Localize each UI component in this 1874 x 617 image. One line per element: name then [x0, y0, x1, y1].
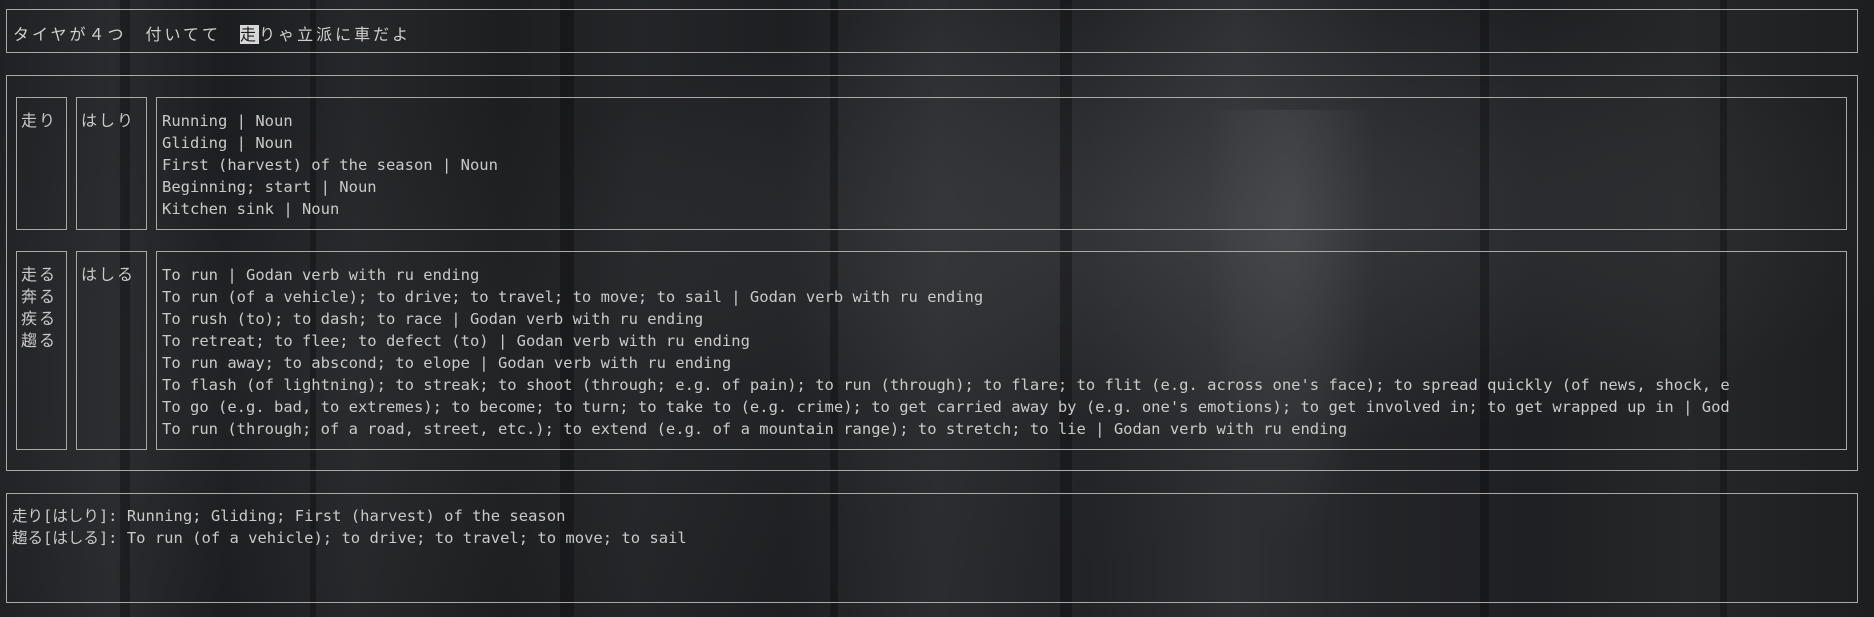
kana-reading: はしり	[81, 111, 136, 130]
definition-line: Beginning; start | Noun	[162, 178, 377, 196]
entry-kanji: 走り	[16, 97, 67, 230]
definition-line: Kitchen sink | Noun	[162, 200, 340, 218]
entry-definitions: To run | Godan verb with ru ending To ru…	[156, 251, 1847, 450]
definition-line: To run away; to abscond; to elope | Goda…	[162, 354, 732, 372]
definition-line: To run (of a vehicle); to drive; to trav…	[162, 288, 984, 306]
definition-line: First (harvest) of the season | Noun	[162, 156, 498, 174]
sentence-after: りゃ立派に車だよ	[259, 25, 412, 44]
sentence-before: タイヤが４つ 付いてて	[13, 25, 241, 44]
definition-line: Running | Noun	[162, 112, 293, 130]
summary-line: 走り[はしり]: Running; Gliding; First (harves…	[12, 507, 566, 525]
definition-line: To retreat; to flee; to defect (to) | Go…	[162, 332, 750, 350]
definition-line: Gliding | Noun	[162, 134, 293, 152]
kanji-form: 奔る	[21, 287, 58, 306]
sentence-bar: タイヤが４つ 付いてて 走りゃ立派に車だよ	[6, 9, 1858, 53]
entry-kanji: 走る 奔る 疾る 趨る	[16, 251, 67, 450]
summary-panel: 走り[はしり]: Running; Gliding; First (harves…	[6, 493, 1858, 603]
summary-text: 走り[はしり]: Running; Gliding; First (harves…	[12, 505, 687, 549]
kana-reading: はしる	[81, 265, 136, 284]
definition-line: To flash (of lightning); to streak; to s…	[162, 376, 1730, 394]
entry-reading: はしり	[76, 97, 147, 230]
sentence-text[interactable]: タイヤが４つ 付いてて 走りゃ立派に車だよ	[13, 21, 411, 45]
selected-character[interactable]: 走	[240, 25, 260, 44]
definition-line: To go (e.g. bad, to extremes); to become…	[162, 398, 1730, 416]
kanji-form: 走り	[21, 111, 58, 130]
entry-definitions: Running | Noun Gliding | Noun First (har…	[156, 97, 1847, 230]
kanji-form: 疾る	[21, 309, 58, 328]
dictionary-panel: 走り はしり Running | Noun Gliding | Noun Fir…	[6, 75, 1858, 471]
definition-line: To rush (to); to dash; to race | Godan v…	[162, 310, 704, 328]
kanji-form: 走る	[21, 265, 58, 284]
entry-reading: はしる	[76, 251, 147, 450]
summary-line: 趨る[はしる]: To run (of a vehicle); to drive…	[12, 529, 687, 547]
definition-line: To run | Godan verb with ru ending	[162, 266, 480, 284]
kanji-form: 趨る	[21, 331, 58, 350]
definition-line: To run (through; of a road, street, etc.…	[162, 420, 1348, 438]
